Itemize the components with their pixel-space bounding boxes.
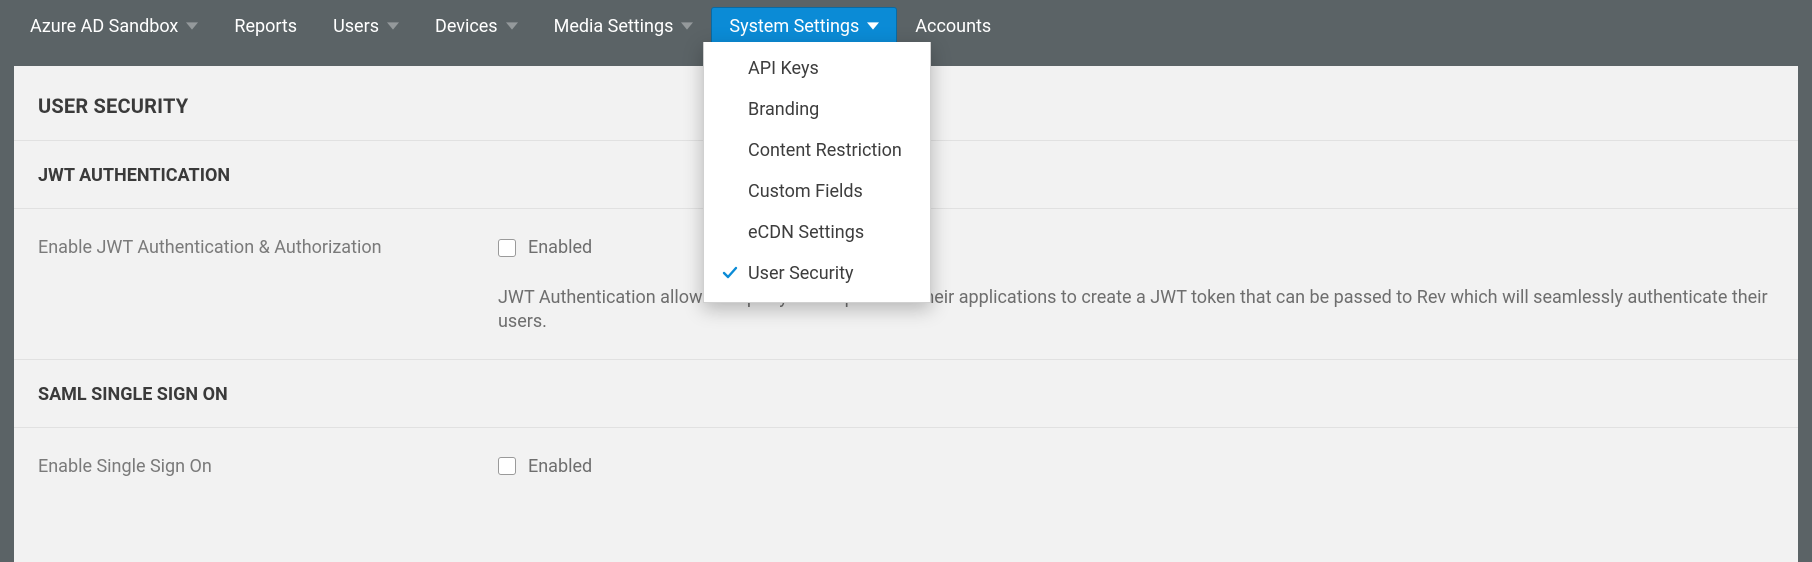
dropdown-item-label: User Security [748,263,854,284]
nav-item-users[interactable]: Users [315,7,417,45]
nav-item-label: System Settings [729,16,859,37]
checkbox-line-saml: Enabled [498,456,1774,477]
nav-item-media-settings[interactable]: Media Settings [536,7,712,45]
dropdown-item-branding[interactable]: Branding [704,89,930,130]
checkbox-line-jwt: Enabled [498,237,1774,258]
dropdown-item-content-restriction[interactable]: Content Restriction [704,130,930,171]
form-label-jwt: Enable JWT Authentication & Authorizatio… [38,237,498,258]
dropdown-item-user-security[interactable]: User Security [704,253,930,294]
dropdown-item-label: API Keys [748,58,819,79]
nav-item-accounts[interactable]: Accounts [897,7,1009,45]
nav-item-label: Reports [234,16,297,37]
nav-item-label: Users [333,16,379,37]
dropdown-item-label: eCDN Settings [748,222,864,243]
check-icon [722,265,738,286]
dropdown-item-label: Custom Fields [748,181,863,202]
nav-item-label: Devices [435,16,498,37]
form-field-jwt: Enabled JWT Authentication allows 3rd pa… [498,237,1774,335]
dropdown-item-label: Branding [748,99,819,120]
form-row-saml-enable: Enable Single Sign On Enabled [14,427,1798,501]
dropdown-item-custom-fields[interactable]: Custom Fields [704,171,930,212]
checkbox-saml-enabled[interactable] [498,457,516,475]
nav-item-label: Accounts [915,16,991,37]
checkbox-label-jwt: Enabled [528,237,592,258]
nav-item-label: Media Settings [554,16,674,37]
caret-down-icon [506,20,518,32]
dropdown-item-label: Content Restriction [748,140,902,161]
caret-down-icon [387,20,399,32]
nav-item-azure-ad-sandbox[interactable]: Azure AD Sandbox [12,7,216,45]
section-title-saml: SAML SINGLE SIGN ON [14,359,1798,427]
checkbox-label-saml: Enabled [528,456,592,477]
caret-down-icon [186,20,198,32]
dropdown-item-api-keys[interactable]: API Keys [704,48,930,89]
nav-item-system-settings[interactable]: System Settings [711,7,897,45]
form-label-saml: Enable Single Sign On [38,456,498,477]
caret-down-icon [867,20,879,32]
dropdown-item-ecdn-settings[interactable]: eCDN Settings [704,212,930,253]
nav-item-reports[interactable]: Reports [216,7,315,45]
checkbox-jwt-enabled[interactable] [498,239,516,257]
system-settings-dropdown: API Keys Branding Content Restriction Cu… [703,42,931,303]
nav-item-label: Azure AD Sandbox [30,16,178,37]
form-field-saml: Enabled [498,456,1774,477]
caret-down-icon [681,20,693,32]
nav-item-devices[interactable]: Devices [417,7,536,45]
help-text-jwt: JWT Authentication allows 3rd party deve… [498,286,1774,335]
